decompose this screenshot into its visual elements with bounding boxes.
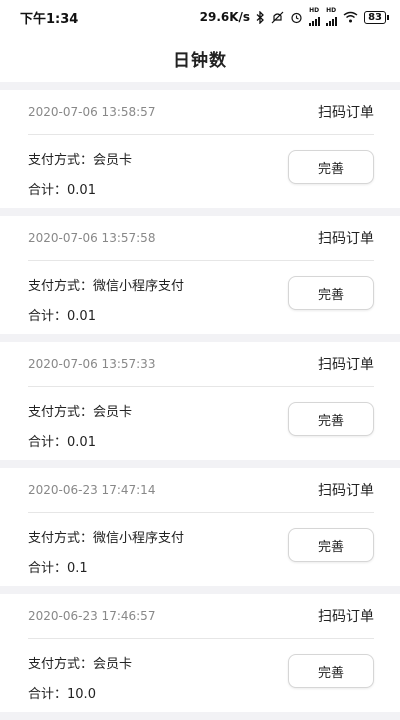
order-time: 2020-07-06 13:58:57 xyxy=(28,105,156,119)
payment-value: 微信小程序支付 xyxy=(93,279,185,294)
wifi-icon xyxy=(343,11,358,23)
order-total: 合计：0.01 xyxy=(28,305,96,324)
status-bar: 下午1:34 29.6K/s HD HD 83 xyxy=(0,0,400,34)
payment-method: 支付方式：会员卡 xyxy=(28,653,132,672)
complete-button[interactable]: 完善 xyxy=(288,654,374,688)
total-value: 0.01 xyxy=(67,183,96,198)
page-title: 日钟数 xyxy=(173,50,227,71)
order-time: 2020-06-23 17:47:14 xyxy=(28,483,156,497)
payment-value: 微信小程序支付 xyxy=(93,531,185,546)
payment-value: 会员卡 xyxy=(93,153,133,168)
total-value: 0.1 xyxy=(67,561,88,576)
order-type: 扫码订单 xyxy=(318,357,374,373)
mute-icon xyxy=(271,11,284,24)
order-type: 扫码订单 xyxy=(318,105,374,121)
order-list: 2020-07-06 13:58:57 扫码订单 支付方式：会员卡 合计：0.0… xyxy=(0,90,400,720)
status-time: 下午1:34 xyxy=(20,11,79,27)
payment-label: 支付方式： xyxy=(28,279,94,294)
payment-label: 支付方式： xyxy=(28,531,94,546)
status-icons: 29.6K/s HD HD 83 xyxy=(199,8,389,26)
complete-button[interactable]: 完善 xyxy=(288,276,374,310)
order-card[interactable]: 2020-06-23 17:47:14 扫码订单 支付方式：微信小程序支付 合计… xyxy=(0,468,400,586)
signal-icon-1: HD xyxy=(309,8,321,26)
complete-button[interactable]: 完善 xyxy=(288,402,374,436)
total-label: 合计： xyxy=(28,561,68,576)
order-time: 2020-07-06 13:57:58 xyxy=(28,231,156,245)
order-time: 2020-06-23 17:46:57 xyxy=(28,609,156,623)
battery-icon: 83 xyxy=(364,10,389,24)
order-total: 合计：0.1 xyxy=(28,557,88,576)
order-card[interactable]: 2020-07-06 13:57:58 扫码订单 支付方式：微信小程序支付 合计… xyxy=(0,216,400,334)
complete-button[interactable]: 完善 xyxy=(288,150,374,184)
complete-button[interactable]: 完善 xyxy=(288,528,374,562)
payment-method: 支付方式：微信小程序支付 xyxy=(28,527,184,546)
total-label: 合计： xyxy=(28,309,68,324)
total-label: 合计： xyxy=(28,687,68,702)
order-type: 扫码订单 xyxy=(318,231,374,247)
order-total: 合计：10.0 xyxy=(28,683,96,702)
payment-value: 会员卡 xyxy=(93,657,133,672)
order-total: 合计：0.01 xyxy=(28,179,96,198)
order-total: 合计：0.01 xyxy=(28,431,96,450)
total-value: 0.01 xyxy=(67,309,96,324)
order-type: 扫码订单 xyxy=(318,609,374,625)
alarm-icon xyxy=(290,11,303,24)
net-speed: 29.6K/s xyxy=(199,10,251,24)
order-type: 扫码订单 xyxy=(318,483,374,499)
page-header: 日钟数 xyxy=(0,34,400,82)
payment-label: 支付方式： xyxy=(28,405,94,420)
signal-icon-2: HD xyxy=(326,8,338,26)
total-value: 0.01 xyxy=(67,435,96,450)
bluetooth-icon xyxy=(256,10,265,24)
order-card[interactable]: 2020-07-06 13:57:33 扫码订单 支付方式：会员卡 合计：0.0… xyxy=(0,342,400,460)
total-value: 10.0 xyxy=(67,687,96,702)
payment-label: 支付方式： xyxy=(28,153,94,168)
order-card[interactable]: 2020-06-23 17:46:57 扫码订单 支付方式：会员卡 合计：10.… xyxy=(0,594,400,712)
payment-method: 支付方式：会员卡 xyxy=(28,401,132,420)
payment-method: 支付方式：微信小程序支付 xyxy=(28,275,184,294)
order-time: 2020-07-06 13:57:33 xyxy=(28,357,156,371)
payment-method: 支付方式：会员卡 xyxy=(28,149,132,168)
total-label: 合计： xyxy=(28,183,68,198)
payment-value: 会员卡 xyxy=(93,405,133,420)
total-label: 合计： xyxy=(28,435,68,450)
payment-label: 支付方式： xyxy=(28,657,94,672)
order-card[interactable]: 2020-07-06 13:58:57 扫码订单 支付方式：会员卡 合计：0.0… xyxy=(0,90,400,208)
